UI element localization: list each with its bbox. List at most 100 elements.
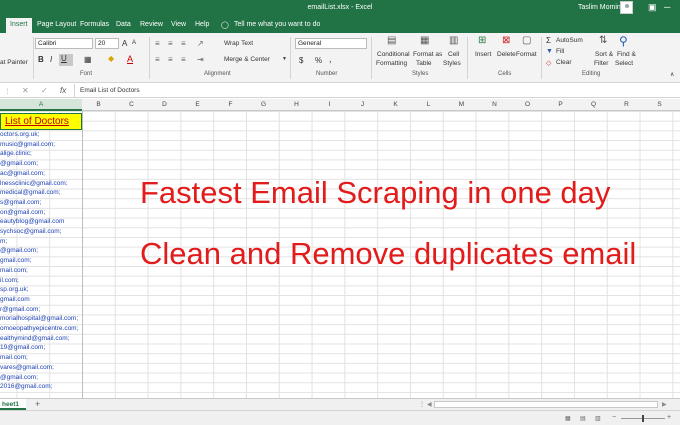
cancel-icon[interactable]: ✕	[22, 86, 29, 95]
column-header-g[interactable]: G	[247, 101, 280, 108]
insert-cells-button[interactable]: Insert	[475, 51, 491, 58]
tab-formulas[interactable]: Formulas	[80, 21, 109, 28]
email-cell[interactable]: @gmail.com;	[0, 374, 82, 381]
format-as-table-icon[interactable]: ▦	[420, 35, 429, 46]
email-cell[interactable]: omoeopathyepicentre.com;	[0, 325, 82, 332]
email-cell[interactable]: lnessclinic@gmail.com;	[0, 180, 82, 187]
insert-function-button[interactable]: fx	[60, 86, 66, 95]
find-select-icon[interactable]: ⚲	[619, 34, 628, 48]
normal-view-icon[interactable]: ▦	[565, 415, 571, 422]
column-header-n[interactable]: N	[478, 101, 511, 108]
number-format-select[interactable]: General	[295, 38, 367, 49]
wrap-text-button[interactable]: Wrap Text	[224, 40, 253, 47]
horizontal-scrollbar[interactable]	[434, 401, 658, 408]
insert-cells-icon[interactable]: ⊞	[478, 35, 486, 46]
email-cell[interactable]: mail.com;	[0, 354, 82, 361]
tab-page-layout[interactable]: Page Layout	[37, 21, 76, 28]
column-header-e[interactable]: E	[181, 101, 214, 108]
sheet-tab-active[interactable]: heet1	[0, 399, 26, 410]
column-header-l[interactable]: L	[412, 101, 445, 108]
email-cell[interactable]: r@gmail.com;	[0, 306, 82, 313]
zoom-in-icon[interactable]: +	[667, 414, 671, 421]
ribbon-display-icon[interactable]: ▣	[648, 2, 657, 13]
email-cell[interactable]: eautyblog@gmail.com	[0, 218, 82, 225]
cell-styles-button[interactable]: Cell	[448, 51, 459, 58]
column-header-o[interactable]: O	[511, 101, 544, 108]
email-cell[interactable]: il.com;	[0, 277, 82, 284]
zoom-slider-thumb[interactable]	[642, 415, 644, 422]
indent-icon[interactable]: ⇥	[197, 55, 204, 64]
conditional-formatting-button[interactable]: Conditional	[377, 51, 410, 58]
email-cell[interactable]: @gmail.com;	[0, 160, 82, 167]
autosum-button[interactable]: AutoSum	[556, 37, 583, 44]
percent-button[interactable]: %	[315, 56, 322, 65]
tab-help[interactable]: Help	[195, 21, 209, 28]
bold-button[interactable]: B	[38, 55, 44, 64]
email-cell[interactable]: m;	[0, 238, 82, 245]
enter-icon[interactable]: ✓	[41, 86, 48, 95]
email-cell[interactable]: ac@gmail.com;	[0, 170, 82, 177]
tab-split-icon[interactable]: ⋮	[419, 401, 425, 408]
merge-center-button[interactable]: Merge & Center	[224, 56, 270, 63]
name-box-dropdown-icon[interactable]: ⋮	[4, 87, 11, 95]
align-center-icon[interactable]: ≡	[168, 55, 173, 64]
align-left-icon[interactable]: ≡	[155, 55, 160, 64]
avatar[interactable]	[620, 1, 633, 14]
delete-cells-button[interactable]: Delete	[497, 51, 516, 58]
email-cell[interactable]: octors.org.uk;	[0, 131, 82, 138]
font-color-icon[interactable]: A	[127, 54, 133, 64]
tab-insert[interactable]: Insert	[6, 18, 32, 33]
column-header-j[interactable]: J	[346, 101, 379, 108]
merge-dropdown-icon[interactable]: ▼	[282, 56, 287, 62]
find-select-button[interactable]: Find &	[617, 51, 636, 58]
column-header-k[interactable]: K	[379, 101, 412, 108]
conditional-formatting-icon[interactable]: ▤	[387, 35, 396, 46]
column-header-c[interactable]: C	[115, 101, 148, 108]
column-header-m[interactable]: M	[445, 101, 478, 108]
column-header-s[interactable]: S	[643, 101, 676, 108]
format-cells-button[interactable]: Format	[516, 51, 537, 58]
delete-cells-icon[interactable]: ⊠	[502, 35, 510, 46]
column-header-p[interactable]: P	[544, 101, 577, 108]
tab-review[interactable]: Review	[140, 21, 163, 28]
font-name-select[interactable]: Calibri	[35, 38, 93, 49]
scroll-right-icon[interactable]: ▶	[662, 401, 667, 408]
email-cell[interactable]: s@gmail.com;	[0, 199, 82, 206]
email-cell[interactable]: morialhospital@gmail.com;	[0, 315, 82, 322]
scroll-left-icon[interactable]: ◀	[427, 401, 432, 408]
email-cell[interactable]: 19@gmail.com;	[0, 344, 82, 351]
email-cell[interactable]: music@gmail.com;	[0, 141, 82, 148]
formula-input[interactable]: Email List of Doctors	[80, 87, 140, 94]
sort-filter-button[interactable]: Sort &	[595, 51, 613, 58]
email-cell[interactable]: 2016@gmail.com;	[0, 383, 82, 390]
format-cells-icon[interactable]: ▢	[522, 35, 531, 46]
autosum-icon[interactable]: Σ	[546, 36, 551, 45]
clear-button[interactable]: Clear	[556, 59, 572, 66]
collapse-ribbon-icon[interactable]: ∧	[670, 71, 674, 78]
format-as-table-button[interactable]: Format as	[413, 51, 442, 58]
user-name[interactable]: Taslim Momin	[578, 4, 621, 11]
fill-color-icon[interactable]: ◆	[108, 54, 114, 63]
borders-icon[interactable]: ▦	[84, 55, 92, 64]
align-middle-icon[interactable]: ≡	[168, 39, 173, 48]
font-size-select[interactable]: 20	[95, 38, 119, 49]
align-right-icon[interactable]: ≡	[181, 55, 186, 64]
comma-button[interactable]: ,	[329, 54, 332, 64]
tab-data[interactable]: Data	[116, 21, 131, 28]
email-cell[interactable]: gmail.com;	[0, 257, 82, 264]
currency-button[interactable]: $	[299, 56, 303, 65]
minimize-icon[interactable]: ─	[664, 2, 670, 12]
email-cell[interactable]: on@gmail.com;	[0, 209, 82, 216]
email-cell[interactable]: ealthymind@gmail.com;	[0, 335, 82, 342]
email-cell[interactable]: gmail.com	[0, 296, 82, 303]
align-bottom-icon[interactable]: ≡	[181, 39, 186, 48]
zoom-out-icon[interactable]: −	[612, 414, 616, 421]
column-header-q[interactable]: Q	[577, 101, 610, 108]
sort-filter-icon[interactable]: ⇅	[599, 35, 607, 46]
tell-me-search[interactable]: Tell me what you want to do	[234, 21, 320, 28]
email-cell[interactable]: sychsoc@gmail.com;	[0, 228, 82, 235]
column-header-r[interactable]: R	[610, 101, 643, 108]
email-cell[interactable]: medical@gmail.com;	[0, 189, 82, 196]
column-header-i[interactable]: I	[313, 101, 346, 108]
increase-font-icon[interactable]: A	[122, 39, 127, 48]
